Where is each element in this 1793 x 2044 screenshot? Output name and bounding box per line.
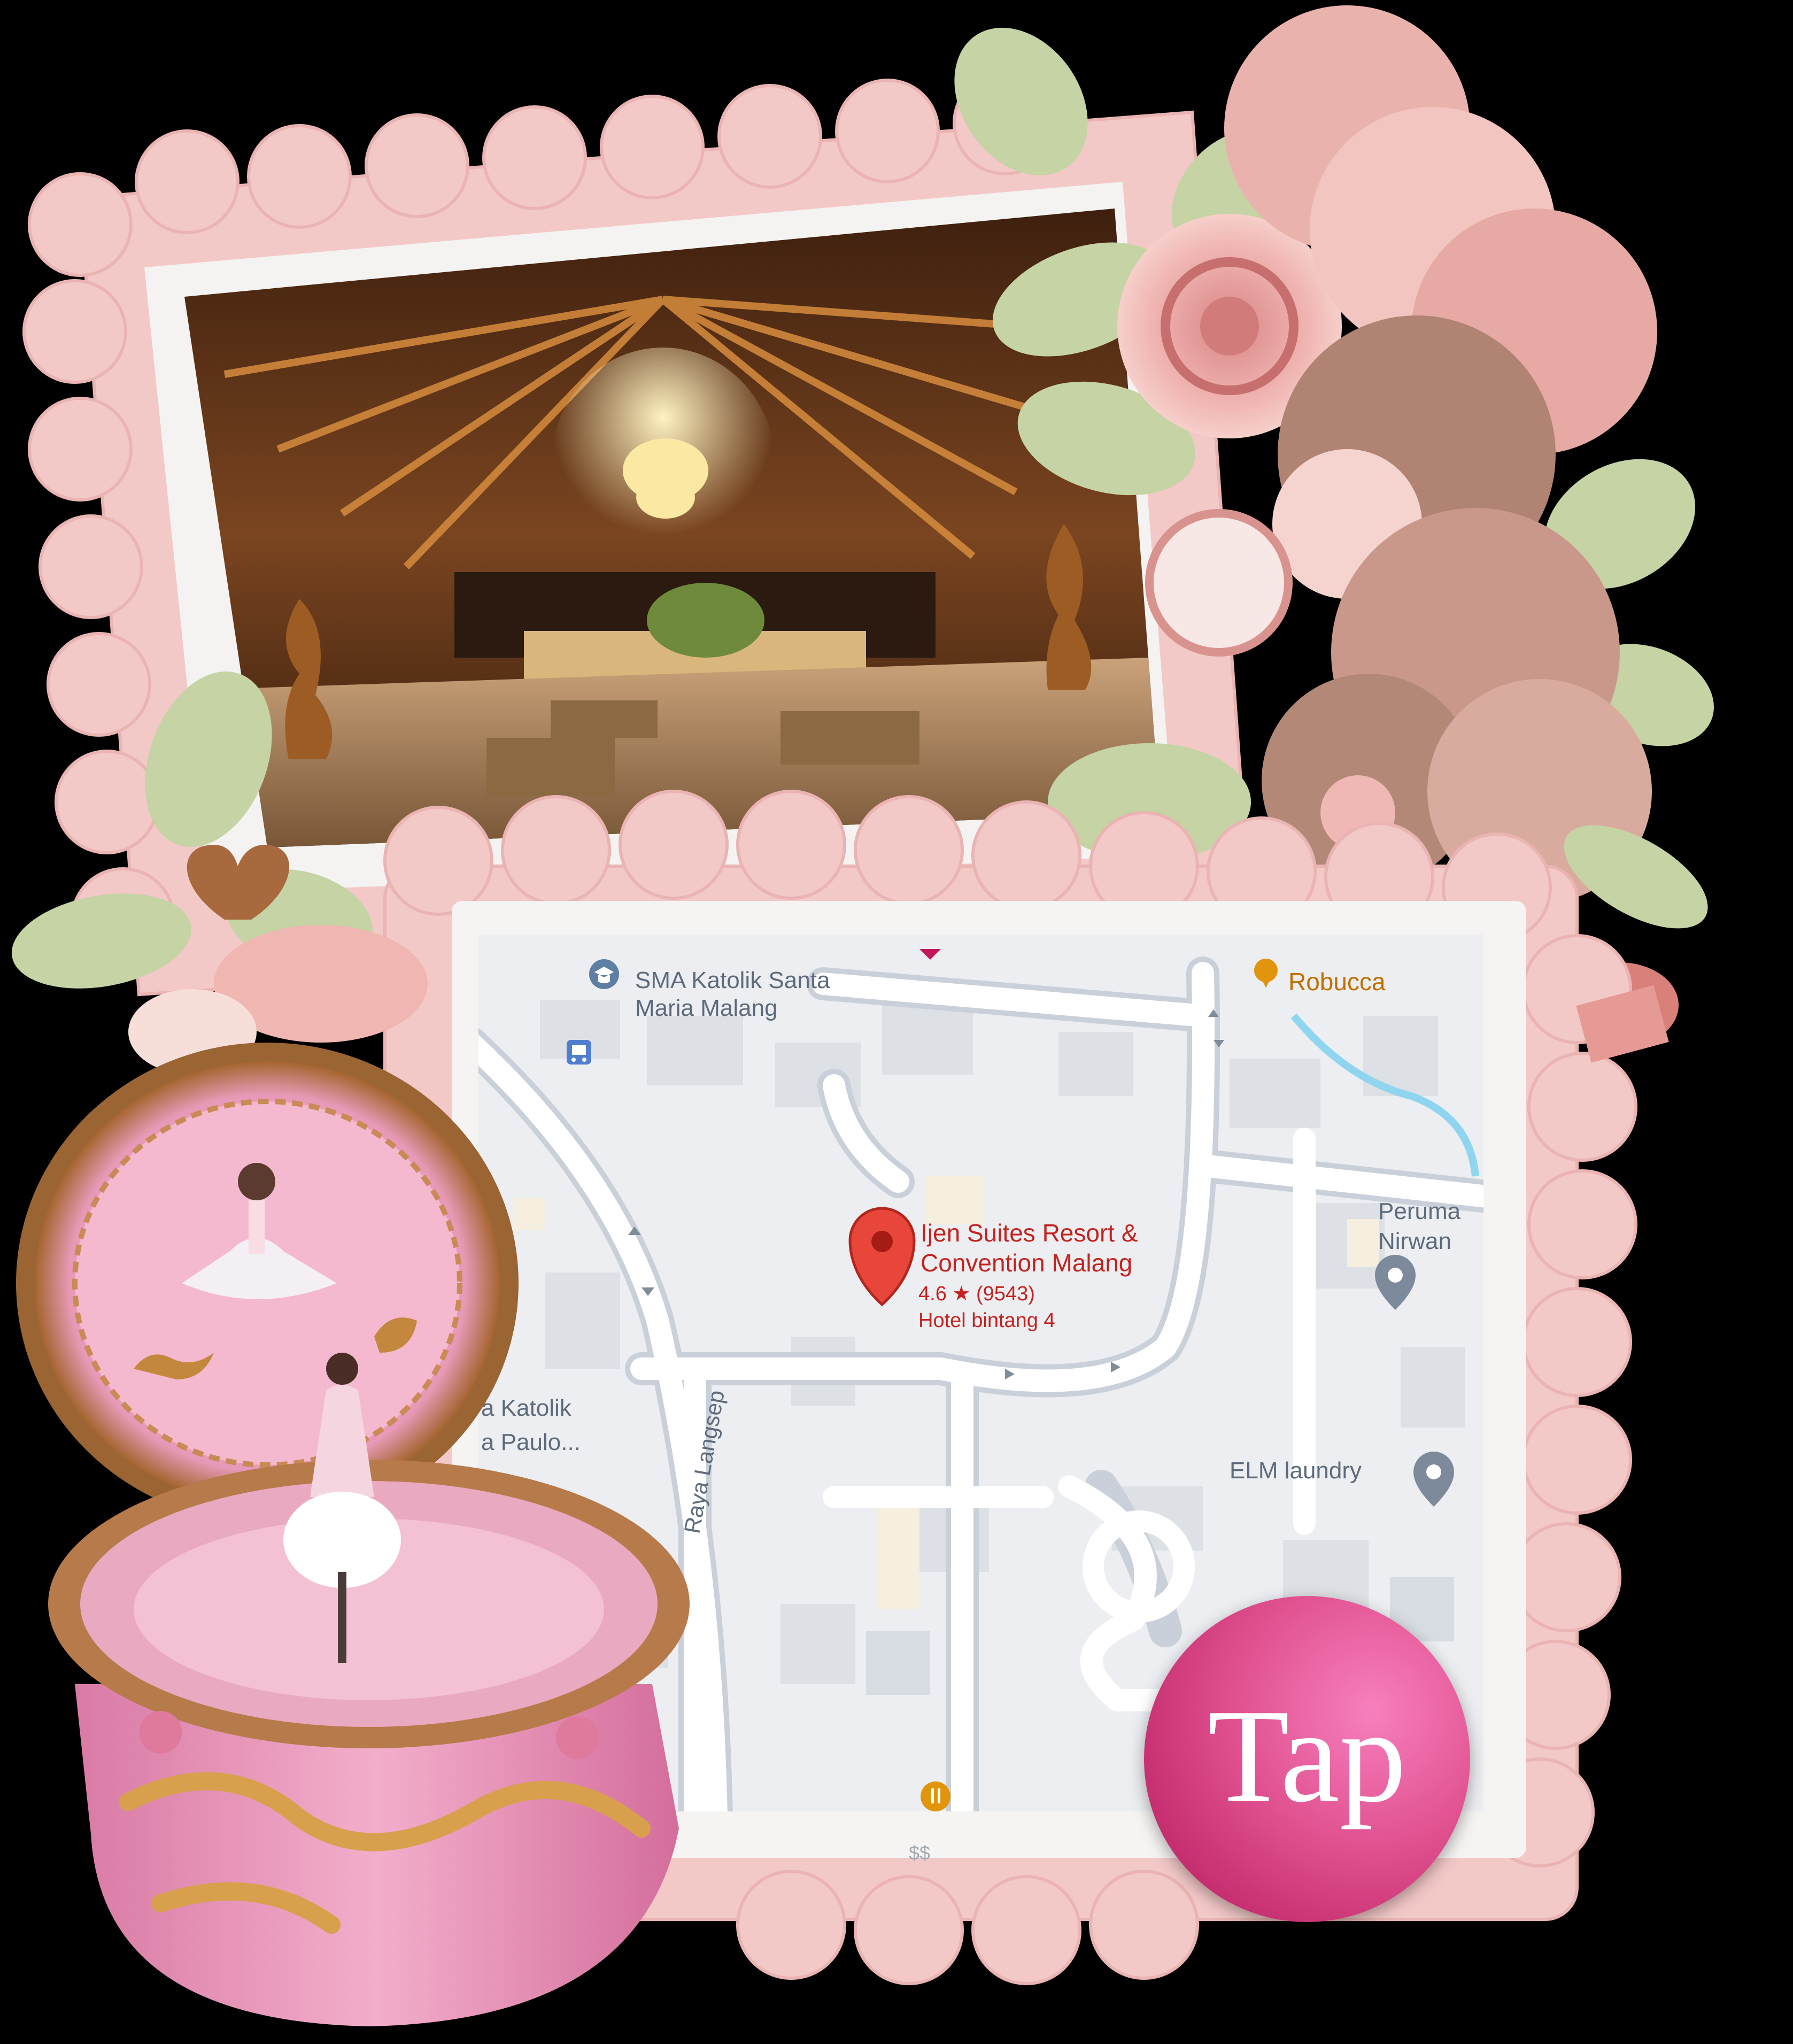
poi-school-top-line2: Maria Malang <box>635 995 778 1021</box>
poi-school-top-line1: SMA Katolik Santa <box>635 967 830 993</box>
restaurant-icon[interactable] <box>921 1781 950 1811</box>
invitation-scene: SMA Katolik Santa Maria Malang Robucca R… <box>11 5 1714 2026</box>
poi-school-left-line2: a Paulo... <box>481 1429 581 1455</box>
bus-icon[interactable] <box>567 1040 591 1065</box>
plant-centerpiece <box>647 583 764 658</box>
poi-laundry-label[interactable]: ELM laundry <box>1230 1457 1362 1484</box>
map-footer-partial: $$ <box>909 1842 930 1864</box>
poi-school-left-line1: a Katolik <box>481 1395 572 1421</box>
hotel-name-line1: Ijen Suites Resort & <box>921 1219 1138 1247</box>
hotel-category: Hotel bintang 4 <box>918 1309 1055 1332</box>
poi-housing-line1: Peruma <box>1378 1198 1461 1224</box>
hotel-name-line2: Convention Malang <box>921 1249 1132 1277</box>
hotel-rating: 4.6 ★ (9543) <box>918 1283 1035 1305</box>
tap-button[interactable]: Tap <box>1144 1596 1470 1922</box>
tap-label: Tap <box>1208 1682 1406 1830</box>
school-icon[interactable] <box>589 959 619 989</box>
poi-cafe-label[interactable]: Robucca <box>1288 968 1386 996</box>
poi-housing-line2: Nirwan <box>1378 1228 1451 1254</box>
